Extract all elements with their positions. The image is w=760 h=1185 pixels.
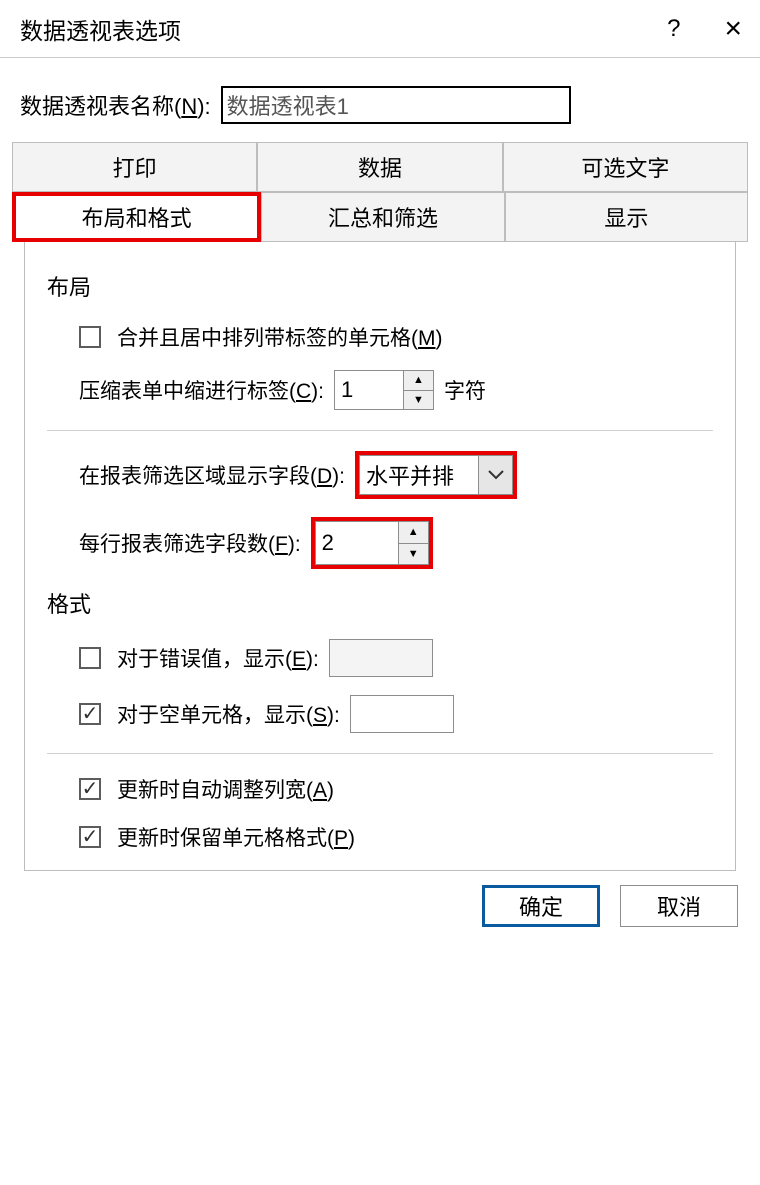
panel-layout-format: 布局 合并且居中排列带标签的单元格(M) 压缩表单中缩进行标签(C): ▲ ▼ (24, 242, 736, 871)
chevron-down-icon[interactable] (478, 456, 512, 494)
titlebar: 数据透视表选项 ? × (0, 0, 760, 58)
spin-down-icon[interactable]: ▼ (399, 543, 428, 565)
dialog-title: 数据透视表选项 (20, 12, 181, 46)
tab-row-1: 打印 数据 可选文字 (12, 142, 748, 192)
tab-display[interactable]: 显示 (505, 192, 748, 242)
group-format-title: 格式 (47, 587, 713, 619)
tab-row-2: 布局和格式 汇总和筛选 显示 (12, 192, 748, 242)
input-compact-indent[interactable] (335, 371, 403, 409)
row-filter-fields-display: 在报表筛选区域显示字段(D): 水平并排 (47, 451, 713, 499)
label-empty-display: 对于空单元格，显示(S): (117, 699, 340, 729)
tab-alttext[interactable]: 可选文字 (503, 142, 748, 192)
label-filter-fields-display: 在报表筛选区域显示字段(D): (79, 460, 345, 490)
row-merge-labels: 合并且居中排列带标签的单元格(M) (47, 322, 713, 352)
cancel-button[interactable]: 取消 (620, 885, 738, 927)
spinner-compact-indent: ▲ ▼ (334, 370, 434, 410)
label-compact-indent: 压缩表单中缩进行标签(C): (79, 375, 324, 405)
label-preserve-formatting: 更新时保留单元格格式(P) (117, 822, 355, 852)
spin-up-icon[interactable]: ▲ (404, 371, 433, 390)
divider (47, 753, 713, 754)
titlebar-controls: ? × (667, 12, 742, 46)
row-autofit-cols: 更新时自动调整列宽(A) (47, 774, 713, 804)
checkbox-preserve-formatting[interactable] (79, 826, 101, 848)
input-empty-display[interactable] (350, 695, 454, 733)
combo-text: 水平并排 (360, 456, 478, 494)
tab-data[interactable]: 数据 (257, 142, 502, 192)
input-fields-per-row[interactable] (316, 522, 398, 564)
input-error-display[interactable] (329, 639, 433, 677)
help-button[interactable]: ? (667, 15, 680, 43)
pivot-name-input[interactable] (221, 86, 571, 124)
tab-print[interactable]: 打印 (12, 142, 257, 192)
group-layout-title: 布局 (47, 270, 713, 302)
checkbox-autofit-cols[interactable] (79, 778, 101, 800)
dialog-footer: 确定 取消 (0, 871, 760, 927)
tab-layout-format[interactable]: 布局和格式 (12, 192, 261, 242)
pivot-name-row: 数据透视表名称(N): (0, 58, 760, 142)
checkbox-error-display[interactable] (79, 647, 101, 669)
combo-filter-fields-display[interactable]: 水平并排 (359, 455, 513, 495)
row-compact-indent: 压缩表单中缩进行标签(C): ▲ ▼ 字符 (47, 370, 713, 410)
pivot-name-label: 数据透视表名称(N): (20, 89, 211, 121)
label-autofit-cols: 更新时自动调整列宽(A) (117, 774, 334, 804)
spin-up-icon[interactable]: ▲ (399, 522, 428, 543)
divider (47, 430, 713, 431)
close-button[interactable]: × (724, 12, 742, 46)
ok-button[interactable]: 确定 (482, 885, 600, 927)
row-fields-per-row: 每行报表筛选字段数(F): ▲ ▼ (47, 517, 713, 569)
label-error-display: 对于错误值，显示(E): (117, 643, 319, 673)
checkbox-empty-display[interactable] (79, 703, 101, 725)
row-error-display: 对于错误值，显示(E): (47, 639, 713, 677)
tab-totals-filters[interactable]: 汇总和筛选 (261, 192, 504, 242)
pivottable-options-dialog: 数据透视表选项 ? × 数据透视表名称(N): 打印 数据 可选文字 布局和格式… (0, 0, 760, 1185)
row-preserve-formatting: 更新时保留单元格格式(P) (47, 822, 713, 852)
spinner-fields-per-row: ▲ ▼ (315, 521, 429, 565)
row-empty-display: 对于空单元格，显示(S): (47, 695, 713, 733)
label-compact-unit: 字符 (444, 375, 486, 405)
spin-down-icon[interactable]: ▼ (404, 390, 433, 410)
checkbox-merge-labels[interactable] (79, 326, 101, 348)
tab-strip: 打印 数据 可选文字 布局和格式 汇总和筛选 显示 布局 合并且居中排列带标签的… (0, 142, 760, 871)
label-merge-labels: 合并且居中排列带标签的单元格(M) (117, 322, 443, 352)
label-fields-per-row: 每行报表筛选字段数(F): (79, 528, 301, 558)
